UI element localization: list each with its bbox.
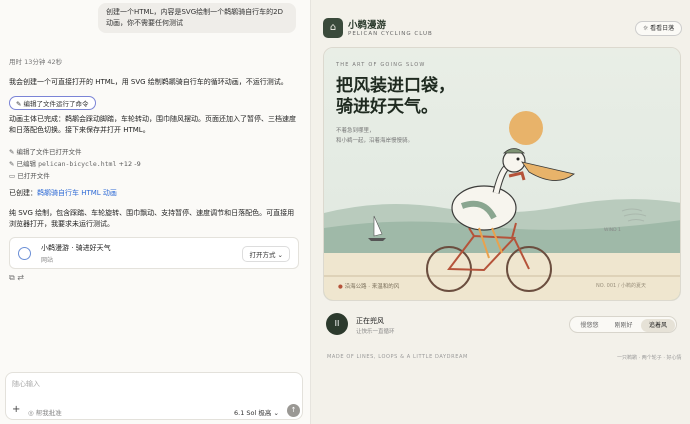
composer: 随心输入 + ◎ 帮我批准 6.1 Sol 极高 ⌄ ↑ [5,372,303,420]
assistant-summary: 动画主体已完成：鹈鹕会踩动脚踏，车轮转动，围巾随风摆动。页面还加入了暂停、三档速… [9,115,296,134]
action-item[interactable]: ▭ 已打开文件 [9,170,50,180]
player-subtitle: 让快乐一直循环 [356,329,395,335]
scene-subtitle: 不着急到哪里， 和小鹈一起，沿着海岸慢慢骑。 [336,128,414,144]
assistant-intro: 我会创建一个可直接打开的 HTML，用 SVG 绘制鹈鹕骑自行车的循环动画，不运… [9,78,288,86]
footer-right: 一只鹈鹕 · 两个轮子 · 好心情 [617,355,682,361]
file-name: pelican-bicycle.html [38,160,117,168]
sailboat-hull [368,238,386,241]
scene-kicker: THE ART OF GOING SLOW [336,62,426,68]
created-line: 已创建：鹈鹕骑自行车 HTML 动画 [9,189,117,197]
speed-slow[interactable]: 慢悠悠 [573,319,606,332]
brand-name: 小鹈漫游 [348,20,387,31]
sunset-toggle-button[interactable]: ☼ 看看日落 [635,21,682,36]
run-command-pill[interactable]: ✎ 编辑了文件运行了命令 [9,96,96,110]
shield-icon: ◎ [28,409,36,417]
route-label: ● 沿海公路 · 来温和的风 [338,284,400,290]
footer-text: MADE OF LINES, LOOPS & A LITTLE DAYDREAM [327,354,468,360]
animation-scene: THE ART OF GOING SLOW 把风装进口袋， 骑进好天气。 不着急到… [323,47,681,301]
card-title: 小鹈漫游 · 骑进好天气 [41,244,111,252]
speed-normal[interactable]: 刚刚好 [607,319,640,332]
copy-icon[interactable]: ⧉ [9,273,15,282]
sun [509,111,543,145]
app-logo: ⌂ [323,18,343,38]
user-message: 创建一个HTML，内容是SVG绘制一个鹈鹕骑自行车的2D动画，你不需要任何测试 [98,3,296,33]
action-item[interactable]: ✎ 已编辑 pelican-bicycle.html +12 -9 [9,158,141,168]
assistant-final: 纯 SVG 绘制，包含踩踏、车轮旋转、围巾飘动、支持暂停、速度调节和日落配色。可… [9,209,295,228]
created-link[interactable]: 鹈鹕骑自行车 HTML 动画 [37,189,117,197]
site-card[interactable]: 小鹈漫游 · 骑进好天气 网站 打开方式 ⌄ [9,237,299,269]
model-selector[interactable]: 6.1 Sol 极高 ⌄ [234,407,279,417]
edit-icon: ✎ [16,100,24,108]
app-preview: ⌂ 小鹈漫游 PELICAN CYCLING CLUB ☼ 看看日落 THE A… [311,0,690,424]
share-icon[interactable]: ⇄ [17,273,24,282]
edit-icon: ✎ [9,160,17,168]
chevron-down-icon: ⌄ [273,409,279,417]
elapsed-time: 用时 13分钟 42秒 [9,58,63,66]
action-item[interactable]: ✎ 编辑了文件已打开文件 [9,146,82,156]
arrow-up-icon: ↑ [290,406,297,414]
player-state: 正在兜风 [356,317,384,325]
file-icon: ▭ [9,172,18,180]
brand-subtitle: PELICAN CYCLING CLUB [348,31,433,37]
edition-label: NO. 001 / 小鹈的夏天 [596,283,647,289]
open-with-button[interactable]: 打开方式 ⌄ [242,246,290,262]
chat-panel: 创建一个HTML，内容是SVG绘制一个鹈鹕骑自行车的2D动画，你不需要任何测试 … [0,0,311,424]
speed-fast[interactable]: 追着风 [641,319,675,332]
wind-label: WIND 1 [604,228,621,233]
send-button[interactable]: ↑ [287,404,300,417]
approve-toggle[interactable]: ◎ 帮我批准 [28,407,62,417]
speed-selector: 慢悠悠 刚刚好 追着风 [569,316,677,333]
composer-input[interactable]: 随心输入 [12,379,40,389]
player-bar: II 正在兜风 让快乐一直循环 慢悠悠 刚刚好 追着风 [311,306,690,342]
card-subtitle: 网站 [41,257,54,264]
diff-stats: +12 -9 [118,160,141,168]
message-actions: ⧉ ⇄ [9,273,24,283]
plus-icon[interactable]: + [12,404,20,415]
beach [324,253,680,300]
headline: 把风装进口袋， 骑进好天气。 [336,76,455,117]
chevron-down-icon: ⌄ [277,251,283,259]
edit-icon: ✎ [9,148,17,156]
pause-button[interactable]: II [326,313,348,335]
globe-icon [18,247,31,260]
